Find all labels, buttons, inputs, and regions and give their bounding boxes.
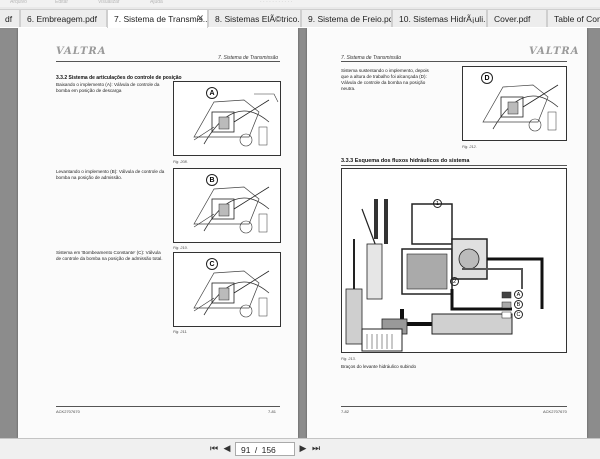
tab-sistemas-eletricos[interactable]: 8. Sistemas ElÃ©trico...: [208, 9, 301, 27]
mechanism-drawing: [193, 186, 270, 234]
paragraph-c: Sistema em 'Bombeamento Constante' (C): …: [56, 250, 163, 261]
footer-doc-code: ACK2707670: [56, 409, 80, 414]
hydraulic-schematic: 1 2 A B C: [341, 168, 567, 353]
previous-page-icon[interactable]: ◀: [221, 443, 233, 455]
header-rule: [56, 61, 280, 62]
toolbar-strip: Arquivo Editar Visualizar Ajuda · · · · · · …: [0, 0, 600, 7]
legend-label-a: A: [514, 290, 523, 299]
figure-raising: B: [173, 168, 281, 243]
paragraph-b: Levantando o implemento (B): Válvula de …: [56, 169, 165, 180]
close-icon[interactable]: ✕: [196, 13, 204, 24]
total-pages: 156: [261, 445, 276, 455]
pdf-page-left: VALTRA 7. Sistema de Transmissão 3.3.2 S…: [18, 28, 298, 438]
legend-label-c: C: [514, 310, 523, 319]
section-rule: [341, 165, 567, 166]
first-page-icon[interactable]: ⏮: [208, 443, 220, 455]
tab-table-of-contents[interactable]: Table of Conte...: [547, 9, 600, 27]
legend-label-b: B: [514, 300, 523, 309]
mechanism-drawing: [482, 84, 559, 132]
figure-letter-c: C: [206, 258, 218, 270]
figure-caption: Fig. 211.: [173, 330, 188, 334]
footer-page-number: 7-81: [268, 409, 277, 414]
tab-sistema-transmissao[interactable]: 7. Sistema de Transmis... ✕: [107, 9, 208, 28]
figure-caption: Fig. 212.: [462, 145, 477, 149]
page-separator: /: [254, 445, 258, 455]
paragraph-a: Baixando o implemento (A): Válvula de co…: [56, 82, 160, 93]
figure-constant-pumping: C: [173, 252, 281, 327]
last-page-icon[interactable]: ⏭: [310, 443, 322, 455]
footer-page-number: 7-82: [341, 409, 350, 414]
document-viewer[interactable]: VALTRA 7. Sistema de Transmissão 3.3.2 S…: [0, 28, 600, 438]
figure-letter-b: B: [206, 174, 218, 186]
tab-sistema-freio[interactable]: 9. Sistema de Freio.pdf: [301, 9, 392, 27]
next-page-icon[interactable]: ▶: [297, 443, 309, 455]
valtra-logo: VALTRA: [56, 46, 107, 57]
pdf-page-right: 7. Sistema de Transmissão VALTRA Sistema…: [307, 28, 587, 438]
footer-rule: [56, 406, 280, 407]
figure-caption: Fig. 213.: [341, 357, 356, 361]
diagram-label-1: 1: [433, 199, 442, 208]
tab-cover[interactable]: Cover.pdf: [487, 9, 547, 27]
page-navigation-bar: ⏮ ◀ 91 / 156 ▶ ⏭: [0, 438, 600, 459]
current-page[interactable]: 91: [241, 445, 250, 455]
figure-letter-a: A: [206, 87, 218, 99]
hydraulic-diagram: [345, 199, 544, 352]
valtra-logo: VALTRA: [529, 46, 580, 57]
footer-doc-code: ACK2707670: [543, 409, 567, 414]
figure-holding: D: [462, 66, 567, 141]
tab-sistemas-hidraulicos[interactable]: 10. Sistemas HidrÃ¡uli...: [392, 9, 487, 27]
paragraph-d: Sistema sustentando o implemento, depois…: [341, 68, 429, 91]
footer-rule: [341, 406, 567, 407]
tab-embreagem[interactable]: 6. Embreagem.pdf: [20, 9, 107, 27]
figure-caption: Fig. 208.: [173, 160, 188, 164]
figure-caption: Fig. 210.: [173, 246, 188, 250]
section-title: 3.3.3 Esquema dos fluxos hidráulicos do …: [341, 158, 470, 164]
tab-prev-pdf[interactable]: df: [0, 9, 20, 27]
mechanism-drawing: [193, 270, 270, 318]
figure-lowering: A: [173, 81, 281, 156]
header-rule: [341, 61, 567, 62]
tab-bar: df 6. Embreagem.pdf 7. Sistema de Transm…: [0, 7, 600, 28]
figure-letter-d: D: [481, 72, 493, 84]
diagram-label-2: 2: [450, 277, 459, 286]
diagram-description: Braços do levante hidráulico subindo: [341, 364, 417, 369]
mechanism-drawing: [193, 93, 279, 147]
page-number-field[interactable]: 91 / 156: [235, 442, 295, 456]
